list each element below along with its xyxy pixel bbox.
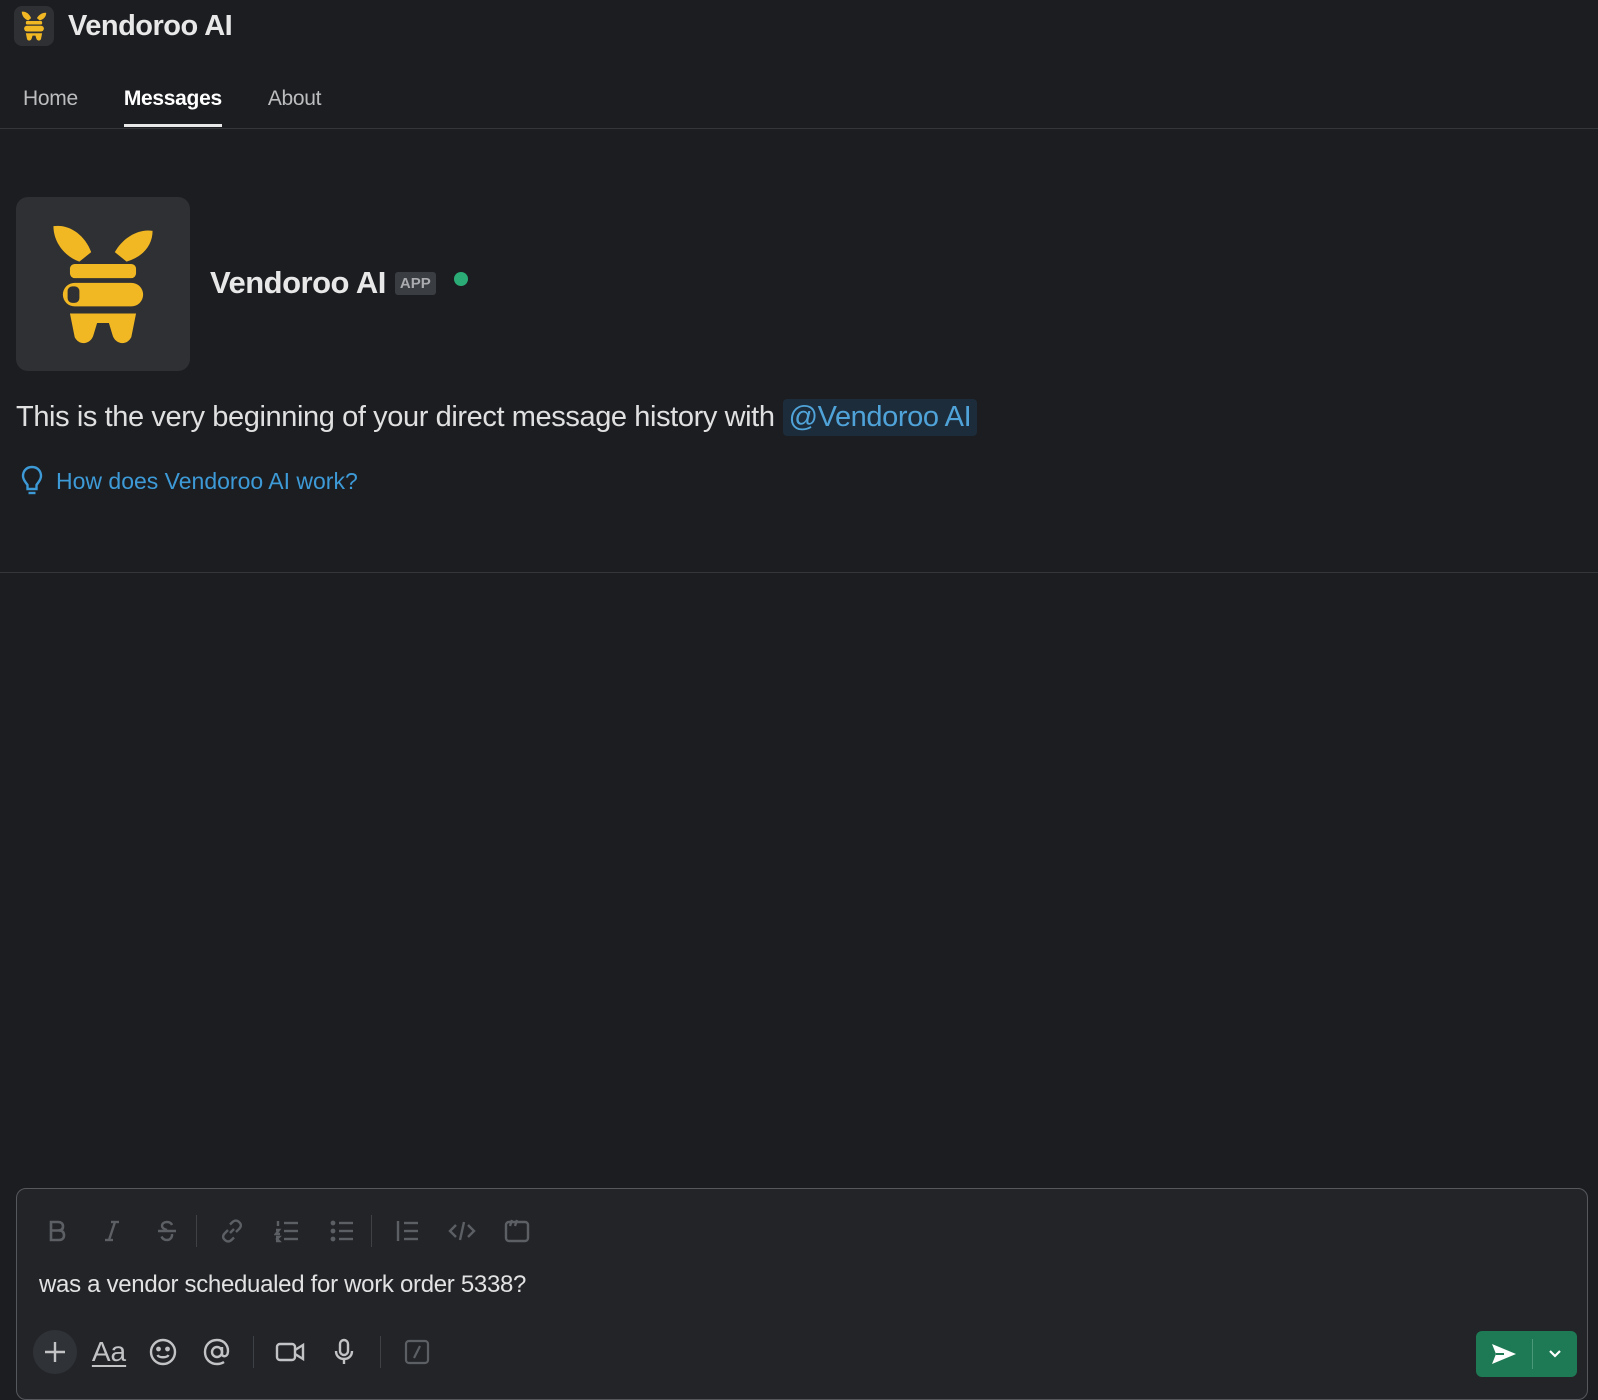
app-title: Vendoroo AI xyxy=(68,9,233,42)
audio-clip-button[interactable] xyxy=(322,1330,366,1374)
app-badge: APP xyxy=(394,271,436,295)
online-status-icon xyxy=(453,272,468,286)
slash-command-icon xyxy=(404,1339,430,1365)
how-it-works-label: How does Vendoroo AI work? xyxy=(56,467,358,494)
history-intro-text: This is the very beginning of your direc… xyxy=(16,399,978,436)
send-button[interactable] xyxy=(1476,1331,1532,1377)
slash-command-button[interactable] xyxy=(395,1330,439,1374)
formatting-toggle-label: Aa xyxy=(91,1336,127,1367)
tab-messages[interactable]: Messages xyxy=(123,80,222,127)
add-attachment-button[interactable] xyxy=(33,1330,77,1374)
ordered-list-icon[interactable] xyxy=(267,1211,307,1251)
lightbulb-icon xyxy=(20,465,44,497)
message-input[interactable] xyxy=(39,1271,1419,1299)
vendoroo-logo-large-icon xyxy=(53,225,153,344)
plus-icon xyxy=(45,1342,65,1362)
bot-name[interactable]: Vendoroo AI xyxy=(210,265,386,301)
formatting-toggle-button[interactable]: Aa xyxy=(87,1330,131,1374)
emoji-icon xyxy=(149,1338,177,1366)
message-composer: Aa xyxy=(16,1188,1588,1400)
tab-home[interactable]: Home xyxy=(23,80,78,127)
chevron-down-icon xyxy=(1549,1350,1561,1358)
microphone-icon xyxy=(334,1338,354,1364)
send-button-group xyxy=(1476,1331,1577,1377)
mention-button[interactable] xyxy=(195,1330,239,1374)
action-divider xyxy=(253,1336,254,1368)
bot-name-row: Vendoroo AI APP xyxy=(210,265,468,301)
tab-about[interactable]: About xyxy=(268,80,322,127)
top-bar: Vendoroo AI Home Messages About xyxy=(0,0,1598,129)
italic-icon[interactable] xyxy=(92,1211,132,1251)
schedule-send-button[interactable] xyxy=(1533,1331,1577,1377)
video-clip-button[interactable] xyxy=(268,1330,312,1374)
toolbar-divider xyxy=(196,1215,197,1247)
history-intro-label: This is the very beginning of your direc… xyxy=(16,401,775,433)
vendoroo-logo-icon xyxy=(14,6,54,46)
bot-mention-link[interactable]: @Vendoroo AI xyxy=(782,399,978,436)
action-divider xyxy=(380,1336,381,1368)
how-it-works-link[interactable]: How does Vendoroo AI work? xyxy=(20,465,358,497)
app-header: Vendoroo AI xyxy=(14,4,233,48)
formatting-toolbar xyxy=(37,1211,552,1251)
bot-avatar[interactable] xyxy=(16,197,190,371)
toolbar-divider xyxy=(371,1215,372,1247)
at-sign-icon xyxy=(203,1338,230,1366)
code-icon[interactable] xyxy=(442,1211,482,1251)
composer-actions: Aa xyxy=(33,1329,449,1375)
link-icon[interactable] xyxy=(212,1211,252,1251)
blockquote-icon[interactable] xyxy=(387,1211,427,1251)
strikethrough-icon[interactable] xyxy=(147,1211,187,1251)
emoji-button[interactable] xyxy=(141,1330,185,1374)
tab-bar: Home Messages About xyxy=(23,80,367,128)
bold-icon[interactable] xyxy=(37,1211,77,1251)
code-block-icon[interactable] xyxy=(497,1211,537,1251)
conversation-intro: Vendoroo AI APP This is the very beginni… xyxy=(0,129,1598,573)
video-camera-icon xyxy=(275,1342,305,1362)
send-icon xyxy=(1492,1344,1516,1364)
bulleted-list-icon[interactable] xyxy=(322,1211,362,1251)
